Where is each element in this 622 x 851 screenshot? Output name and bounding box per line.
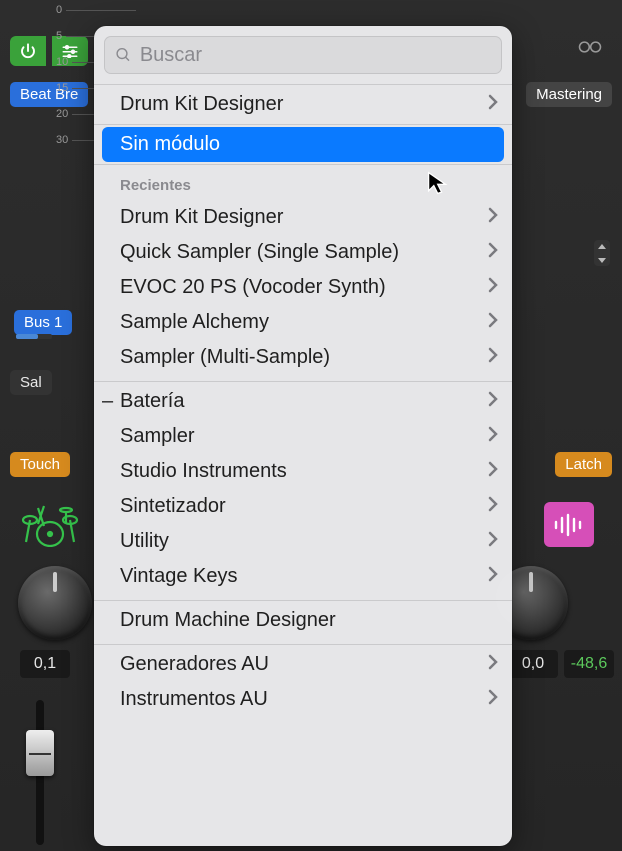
- chevron-right-icon: [488, 93, 498, 116]
- recents-section-label: Recientes: [94, 167, 512, 200]
- chevron-right-icon: [488, 530, 498, 553]
- search-input[interactable]: [140, 44, 491, 67]
- chevron-right-icon: [488, 688, 498, 711]
- instrument-plugin-menu: Drum Kit Designer Sin módulo Recientes D…: [94, 26, 512, 846]
- menu-item-recent[interactable]: Drum Kit Designer: [94, 200, 512, 235]
- menu-item-au-instruments[interactable]: Instrumentos AU: [94, 682, 512, 717]
- automation-mode-latch[interactable]: Latch: [555, 452, 612, 477]
- chevron-right-icon: [488, 276, 498, 299]
- chevron-right-icon: [488, 346, 498, 369]
- search-field[interactable]: [104, 36, 502, 74]
- stereo-link-icon[interactable]: [576, 38, 604, 61]
- menu-item-label: Vintage Keys: [120, 565, 488, 588]
- drumkit-icon: [20, 502, 80, 547]
- chevron-right-icon: [488, 565, 498, 588]
- pan-knob[interactable]: [18, 566, 92, 640]
- menu-item-label: Sampler: [120, 425, 488, 448]
- chevron-right-icon: [488, 653, 498, 676]
- menu-item-label: Sintetizador: [120, 495, 488, 518]
- menu-item-label: Quick Sampler (Single Sample): [120, 241, 488, 264]
- chevron-right-icon: [488, 241, 498, 264]
- menu-item-recent[interactable]: Quick Sampler (Single Sample): [94, 235, 512, 270]
- menu-item-no-plugin[interactable]: Sin módulo: [102, 127, 504, 162]
- chevron-right-icon: [488, 311, 498, 334]
- menu-item-category-studio-instruments[interactable]: Studio Instruments: [94, 454, 512, 489]
- menu-item-category-sintetizador[interactable]: Sintetizador: [94, 489, 512, 524]
- menu-item-au-generators[interactable]: Generadores AU: [94, 647, 512, 682]
- menu-item-label: Studio Instruments: [120, 460, 488, 483]
- menu-item-category-bateria[interactable]: – Batería: [94, 384, 512, 419]
- menu-item-recent[interactable]: Sample Alchemy: [94, 305, 512, 340]
- menu-item-label: EVOC 20 PS (Vocoder Synth): [120, 276, 488, 299]
- menu-item-recent[interactable]: Sampler (Multi-Sample): [94, 340, 512, 375]
- peak-display[interactable]: -48,6: [564, 650, 614, 678]
- volume-display[interactable]: 0,0: [508, 650, 558, 678]
- fader-cap[interactable]: [26, 730, 54, 776]
- output-slot[interactable]: Sal: [10, 370, 52, 395]
- audio-wave-icon: [544, 502, 594, 547]
- menu-item-label: Drum Kit Designer: [120, 206, 488, 229]
- search-icon: [115, 46, 132, 64]
- expanded-indicator-icon: –: [102, 390, 113, 413]
- chevron-right-icon: [488, 495, 498, 518]
- chevron-right-icon: [488, 390, 498, 413]
- menu-item-category-utility[interactable]: Utility: [94, 524, 512, 559]
- menu-item-category-vintage-keys[interactable]: Vintage Keys: [94, 559, 512, 594]
- menu-item-drum-kit-designer[interactable]: Drum Kit Designer: [94, 87, 512, 122]
- menu-item-label: Utility: [120, 530, 488, 553]
- mastering-slot[interactable]: Mastering: [526, 82, 612, 107]
- stepper-updown[interactable]: [594, 240, 610, 266]
- power-button[interactable]: [10, 36, 46, 66]
- menu-item-drum-machine-designer[interactable]: Drum Machine Designer: [94, 603, 512, 638]
- menu-item-category-sampler[interactable]: Sampler: [94, 419, 512, 454]
- chevron-right-icon: [488, 460, 498, 483]
- chevron-right-icon: [488, 425, 498, 448]
- menu-item-label: Generadores AU: [120, 653, 488, 676]
- menu-item-label: Drum Kit Designer: [120, 93, 488, 116]
- automation-mode-touch[interactable]: Touch: [10, 452, 70, 477]
- send-slot-bus[interactable]: Bus 1: [14, 310, 72, 335]
- chevron-right-icon: [488, 206, 498, 229]
- menu-item-label: Sin módulo: [120, 133, 490, 156]
- menu-item-label: Drum Machine Designer: [120, 609, 498, 632]
- menu-item-label: Sampler (Multi-Sample): [120, 346, 488, 369]
- menu-item-label: Batería: [120, 390, 488, 413]
- menu-item-recent[interactable]: EVOC 20 PS (Vocoder Synth): [94, 270, 512, 305]
- volume-display[interactable]: 0,1: [20, 650, 70, 678]
- menu-item-label: Sample Alchemy: [120, 311, 488, 334]
- send-level-meter: [16, 334, 52, 339]
- menu-item-label: Instrumentos AU: [120, 688, 488, 711]
